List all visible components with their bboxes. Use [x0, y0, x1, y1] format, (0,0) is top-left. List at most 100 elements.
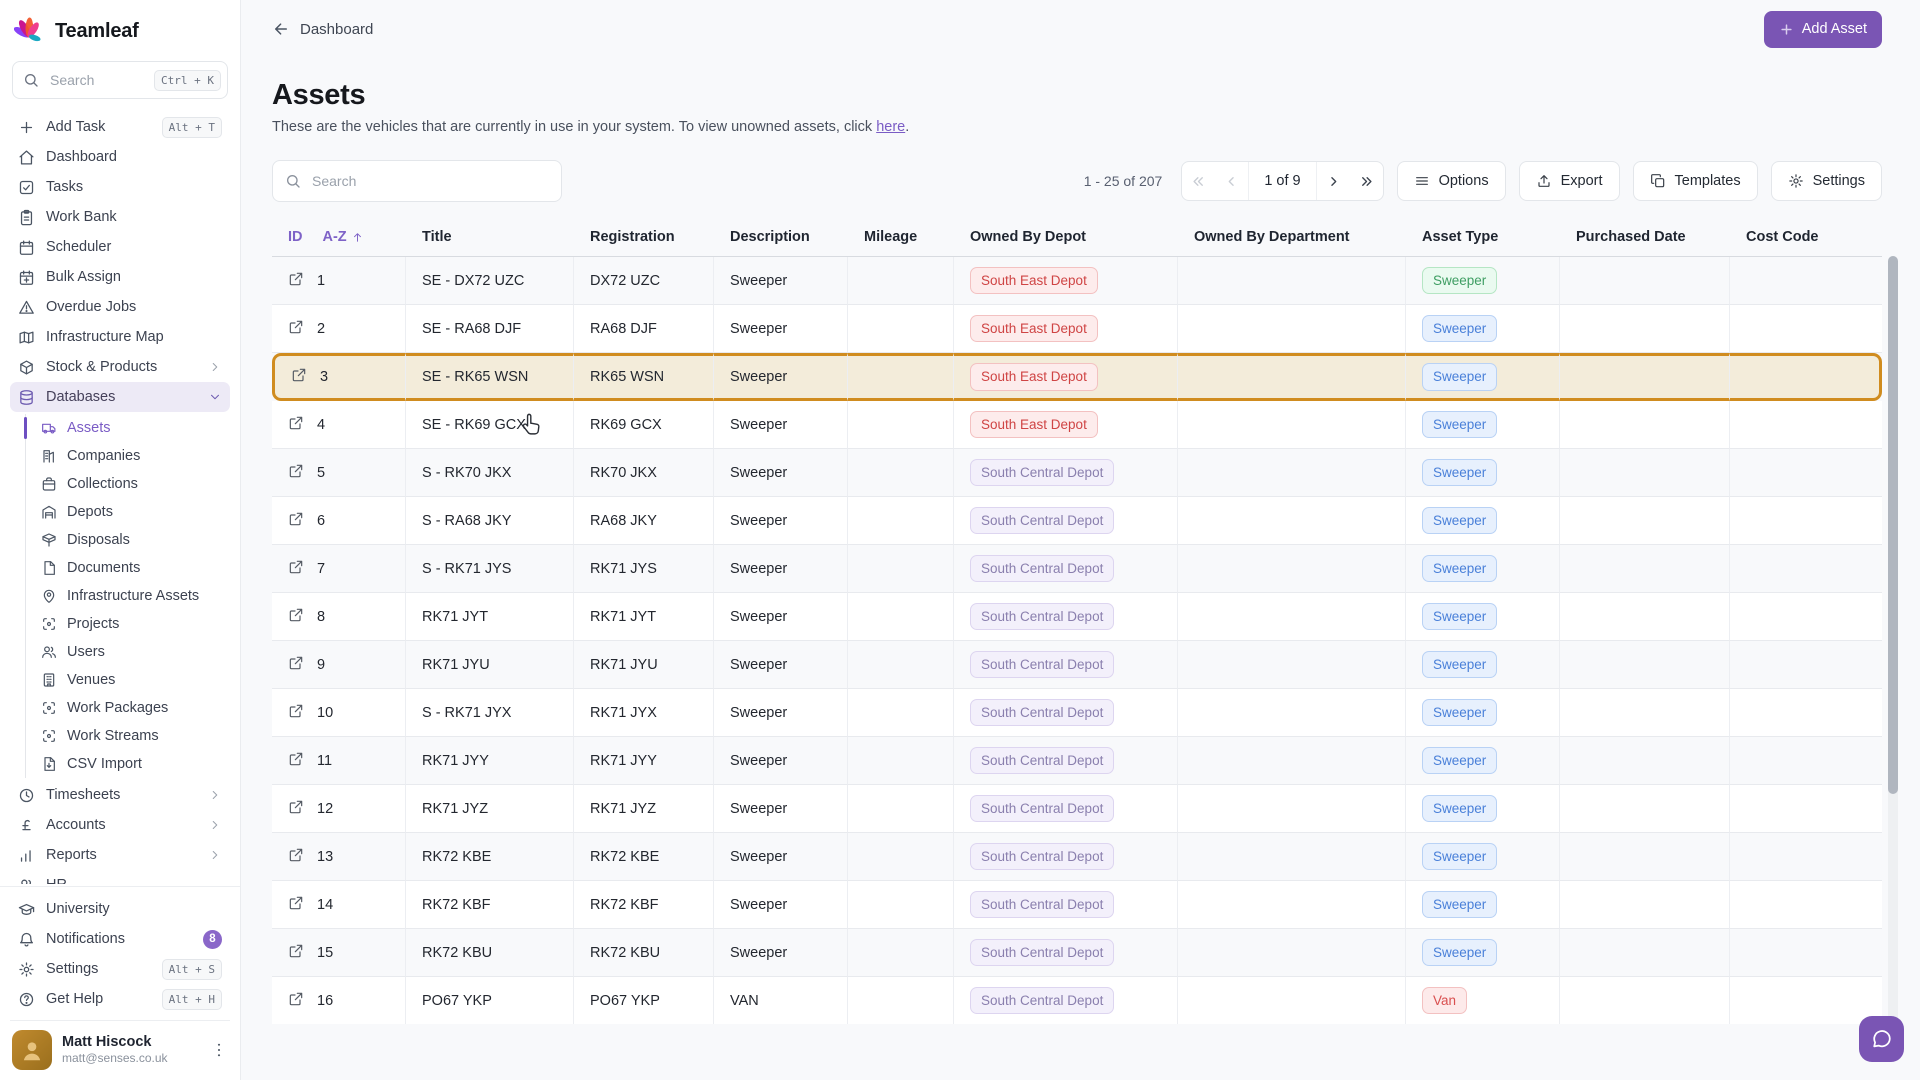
table-row-7[interactable]: 7S - RK71 JYSRK71 JYSSweeperSouth Centra… — [272, 545, 1882, 593]
open-asset-link[interactable] — [288, 463, 304, 483]
sidebar-item-label: Databases — [46, 389, 197, 405]
sidebar-item-overdue-jobs[interactable]: Overdue Jobs — [10, 292, 230, 322]
table-search[interactable] — [272, 160, 562, 202]
button-label: Settings — [1813, 173, 1865, 189]
table-row-6[interactable]: 6S - RA68 JKYRA68 JKYSweeperSouth Centra… — [272, 497, 1882, 545]
open-asset-link[interactable] — [288, 799, 304, 819]
next-page-button[interactable] — [1317, 162, 1350, 200]
cell-id: 16 — [317, 993, 333, 1009]
unowned-assets-link[interactable]: here — [876, 119, 905, 135]
sidebar-item-tasks[interactable]: Tasks — [10, 172, 230, 202]
open-asset-link[interactable] — [288, 847, 304, 867]
sidebar-item-venues[interactable]: Venues — [26, 666, 230, 694]
open-asset-link[interactable] — [288, 415, 304, 435]
sidebar-item-settings[interactable]: SettingsAlt + S — [10, 954, 230, 984]
open-asset-link[interactable] — [291, 367, 307, 387]
cell-title: SE - RK65 WSN — [422, 369, 528, 385]
table-row-2[interactable]: 2SE - RA68 DJFRA68 DJFSweeperSouth East … — [272, 305, 1882, 353]
sidebar-item-work-streams[interactable]: Work Streams — [26, 722, 230, 750]
table-row-14[interactable]: 14RK72 KBFRK72 KBFSweeperSouth Central D… — [272, 881, 1882, 929]
open-asset-link[interactable] — [288, 319, 304, 339]
open-asset-link[interactable] — [288, 991, 304, 1011]
sidebar-item-documents[interactable]: Documents — [26, 554, 230, 582]
open-asset-link[interactable] — [288, 943, 304, 963]
table-row-1[interactable]: 1SE - DX72 UZCDX72 UZCSweeperSouth East … — [272, 257, 1882, 305]
sidebar-item-projects[interactable]: Projects — [26, 610, 230, 638]
sidebar-item-dashboard[interactable]: Dashboard — [10, 142, 230, 172]
open-asset-link[interactable] — [288, 271, 304, 291]
table-row-11[interactable]: 11RK71 JYYRK71 JYYSweeperSouth Central D… — [272, 737, 1882, 785]
table-row-5[interactable]: 5S - RK70 JKXRK70 JKXSweeperSouth Centra… — [272, 449, 1882, 497]
open-asset-link[interactable] — [288, 607, 304, 627]
avatar — [12, 1030, 52, 1070]
clock-icon — [18, 787, 35, 804]
asset-type-badge: Sweeper — [1422, 843, 1497, 871]
vertical-scrollbar-track[interactable] — [1888, 256, 1898, 1062]
last-page-button[interactable] — [1350, 162, 1383, 200]
sidebar-item-databases[interactable]: Databases — [10, 382, 230, 412]
open-asset-link[interactable] — [288, 655, 304, 675]
sidebar-item-csv-import[interactable]: CSV Import — [26, 750, 230, 778]
upload-icon — [1536, 173, 1552, 189]
sidebar-item-notifications[interactable]: Notifications8 — [10, 924, 230, 954]
column-header-id[interactable]: IDA-Z — [272, 220, 406, 257]
table-search-input[interactable] — [310, 172, 549, 190]
prev-page-button[interactable] — [1215, 162, 1248, 200]
settings-button[interactable]: Settings — [1771, 161, 1882, 201]
sidebar-item-work-bank[interactable]: Work Bank — [10, 202, 230, 232]
file-import-icon — [41, 756, 57, 772]
open-asset-link[interactable] — [288, 559, 304, 579]
open-asset-link[interactable] — [288, 751, 304, 771]
table-row-4[interactable]: 4SE - RK69 GCXRK69 GCXSweeperSouth East … — [272, 401, 1882, 449]
table-row-16[interactable]: 16PO67 YKPPO67 YKPVANSouth Central Depot… — [272, 977, 1882, 1024]
sidebar-item-hr[interactable]: HR — [10, 870, 230, 884]
table-row-3[interactable]: 3SE - RK65 WSNRK65 WSNSweeperSouth East … — [272, 353, 1882, 401]
sidebar-item-university[interactable]: University — [10, 894, 230, 924]
sidebar-item-companies[interactable]: Companies — [26, 442, 230, 470]
sidebar-item-label: Work Bank — [46, 209, 222, 225]
sidebar-item-depots[interactable]: Depots — [26, 498, 230, 526]
vertical-scrollbar-thumb[interactable] — [1888, 256, 1898, 794]
sidebar-item-timesheets[interactable]: Timesheets — [10, 780, 230, 810]
sidebar-item-add-task[interactable]: Add TaskAlt + T — [10, 112, 230, 142]
sidebar-search-input[interactable] — [48, 71, 145, 89]
asset-type-badge: Sweeper — [1422, 555, 1497, 583]
table-row-15[interactable]: 15RK72 KBURK72 KBUSweeperSouth Central D… — [272, 929, 1882, 977]
add-asset-button[interactable]: Add Asset — [1764, 11, 1882, 48]
table-row-13[interactable]: 13RK72 KBERK72 KBESweeperSouth Central D… — [272, 833, 1882, 881]
cell-registration: RA68 DJF — [590, 321, 657, 337]
export-button[interactable]: Export — [1519, 161, 1620, 201]
first-page-button[interactable] — [1182, 162, 1215, 200]
sidebar-item-infrastructure-map[interactable]: Infrastructure Map — [10, 322, 230, 352]
open-asset-link[interactable] — [288, 511, 304, 531]
options-button[interactable]: Options — [1397, 161, 1506, 201]
sidebar-item-collections[interactable]: Collections — [26, 470, 230, 498]
table-row-10[interactable]: 10S - RK71 JYXRK71 JYXSweeperSouth Centr… — [272, 689, 1882, 737]
sidebar-search[interactable]: Ctrl + K — [12, 61, 228, 99]
table-row-12[interactable]: 12RK71 JYZRK71 JYZSweeperSouth Central D… — [272, 785, 1882, 833]
sidebar-item-users[interactable]: Users — [26, 638, 230, 666]
table-row-8[interactable]: 8RK71 JYTRK71 JYTSweeperSouth Central De… — [272, 593, 1882, 641]
sidebar-item-bulk-assign[interactable]: Bulk Assign — [10, 262, 230, 292]
sidebar-item-infrastructure-assets[interactable]: Infrastructure Assets — [26, 582, 230, 610]
cell-title: S - RK70 JKX — [422, 465, 511, 481]
kebab-menu-icon[interactable] — [210, 1041, 228, 1059]
sort-control[interactable]: A-Z — [323, 229, 364, 245]
sidebar-item-assets[interactable]: Assets — [26, 414, 230, 442]
sidebar-item-reports[interactable]: Reports — [10, 840, 230, 870]
sidebar-item-work-packages[interactable]: Work Packages — [26, 694, 230, 722]
open-asset-link[interactable] — [288, 703, 304, 723]
open-asset-link[interactable] — [288, 895, 304, 915]
user-card[interactable]: Matt Hiscock matt@senses.co.uk — [10, 1020, 230, 1080]
sidebar-item-disposals[interactable]: Disposals — [26, 526, 230, 554]
sidebar-item-accounts[interactable]: Accounts — [10, 810, 230, 840]
copy-icon — [1650, 173, 1666, 189]
sidebar-item-stock-products[interactable]: Stock & Products — [10, 352, 230, 382]
table-row-9[interactable]: 9RK71 JYURK71 JYUSweeperSouth Central De… — [272, 641, 1882, 689]
templates-button[interactable]: Templates — [1633, 161, 1758, 201]
sidebar-item-scheduler[interactable]: Scheduler — [10, 232, 230, 262]
back-to-dashboard[interactable]: Dashboard — [272, 20, 373, 38]
chat-widget-button[interactable] — [1859, 1016, 1904, 1062]
chevron-right-icon — [208, 848, 222, 862]
sidebar-item-get-help[interactable]: Get HelpAlt + H — [10, 984, 230, 1014]
